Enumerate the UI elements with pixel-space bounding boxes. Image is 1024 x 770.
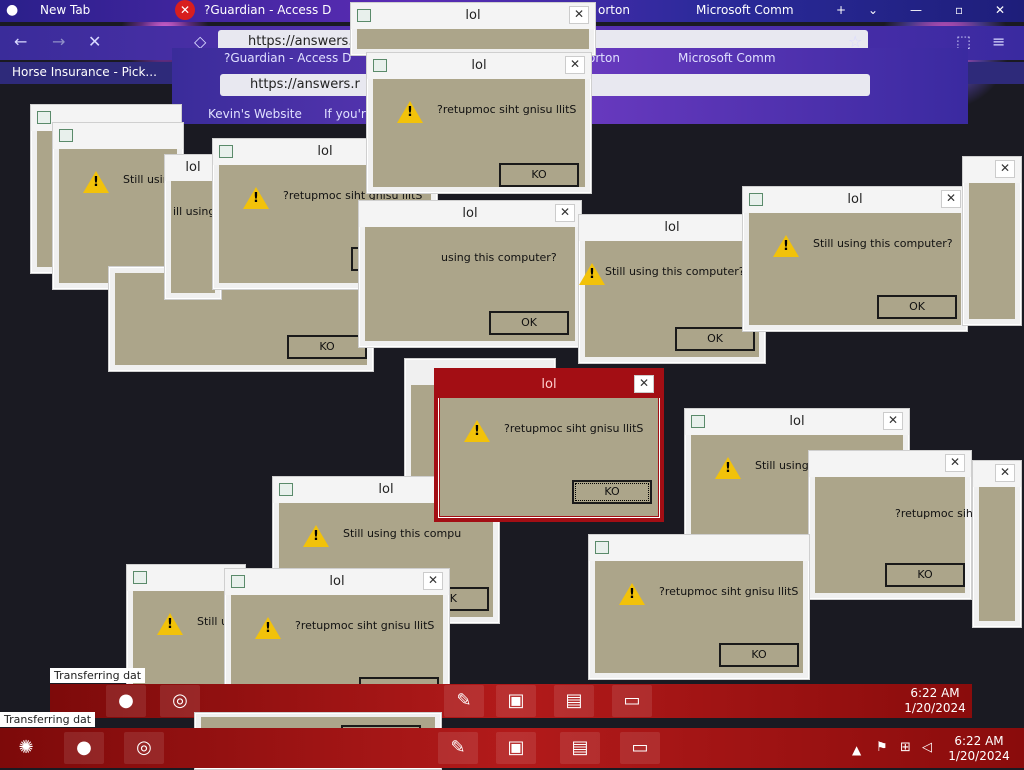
close-icon[interactable]: ✕	[569, 6, 589, 24]
url-text: https://answers.r	[248, 34, 358, 49]
alert-dialog: ?retupmoc siht gnisu llitSKO	[588, 534, 810, 680]
app-icon	[59, 129, 73, 142]
error-icon: ✕	[175, 0, 199, 22]
close-icon[interactable]: ✕	[423, 572, 443, 590]
app-icon	[133, 571, 147, 584]
alert-dialog: lol ✕ using this computer? OK	[358, 200, 582, 348]
volume-icon[interactable]: ◁	[922, 738, 932, 758]
menu-icon[interactable]: ≡	[992, 32, 1005, 52]
ok-button[interactable]: KO	[719, 643, 799, 667]
close-icon[interactable]: ✕	[945, 454, 965, 472]
paint-icon[interactable]: ✎	[444, 685, 484, 717]
warning-icon	[464, 420, 490, 442]
tab-norton-echo: orton	[588, 51, 620, 65]
forward-arrow-icon[interactable]: →	[52, 32, 65, 52]
warning-icon	[579, 263, 605, 285]
tab-norton[interactable]: orton	[598, 0, 658, 22]
close-icon[interactable]: ✕	[565, 56, 585, 74]
dialog-title: lol	[541, 377, 557, 392]
firefox-icon[interactable]: ●	[106, 685, 146, 717]
alert-dialog: lol ✕	[350, 2, 596, 56]
taskbar: ✺ ● ◎ ✎ ▣ ▤ ▭ ▲ ⚑ ⊞ ◁ 6:22 AM 1/20/2024	[0, 728, 1024, 768]
firefox-icon: ●	[6, 2, 19, 18]
transfer-status: Transferring dat	[0, 712, 96, 727]
warning-icon	[619, 583, 645, 605]
alert-dialog: lol Still using this computer?OK	[578, 214, 766, 364]
tab-guardian[interactable]: ?Guardian - Access D	[204, 0, 354, 22]
warning-icon	[303, 525, 329, 547]
close-icon[interactable]: ✕	[883, 412, 903, 430]
taskbar-clock-echo: 6:22 AM 1/20/2024	[904, 686, 966, 715]
paint-icon[interactable]: ✎	[438, 732, 478, 764]
alert-dialog: ✕	[972, 460, 1022, 628]
tab-list-chevron-icon[interactable]: ⌄	[868, 0, 884, 22]
close-icon[interactable]: ✕	[995, 160, 1015, 178]
flag-icon[interactable]: ⚑	[876, 738, 888, 758]
app-icon	[595, 541, 609, 554]
restore-icon[interactable]: ▫	[955, 0, 975, 22]
ok-button[interactable]: OK	[877, 295, 957, 319]
ok-button[interactable]: KO	[287, 335, 367, 359]
computer-icon[interactable]: ▣	[496, 732, 536, 764]
ok-button[interactable]: KO	[885, 563, 965, 587]
tab-new-tab[interactable]: New Tab	[40, 0, 140, 22]
alert-dialog: ✕ ?retupmoc siht gnisu KO	[808, 450, 1010, 600]
back-arrow-icon[interactable]: ←	[14, 32, 27, 52]
network-icon[interactable]: ⊞	[900, 738, 911, 758]
bookmark-kevins-website: Kevin's Website	[208, 107, 302, 121]
warning-icon	[773, 235, 799, 257]
firefox-icon[interactable]: ●	[64, 732, 104, 764]
close-icon[interactable]: ✕	[555, 204, 575, 222]
alert-dialog: lol✕ ?retupmoc siht gnisu llitSKO	[366, 52, 592, 194]
alert-dialog: lol✕ Still using this computer?OK	[742, 186, 968, 332]
start-ornament-icon[interactable]: ✺	[6, 732, 46, 764]
transfer-status-echo: Transferring dat	[50, 668, 146, 683]
ok-button[interactable]: KO	[499, 163, 579, 187]
warning-icon	[83, 171, 109, 193]
close-window-icon[interactable]: ✕	[995, 0, 1015, 22]
tab-microsoft-community[interactable]: Microsoft Comm	[696, 0, 816, 22]
close-icon[interactable]: ✕	[634, 375, 654, 393]
tray-chevron-icon[interactable]: ▲	[852, 740, 861, 760]
ok-button[interactable]: KO	[572, 480, 652, 504]
document-icon[interactable]: ▤	[554, 685, 594, 717]
warning-icon	[157, 613, 183, 635]
alert-dialog: ✕	[962, 156, 1022, 326]
stop-loading-icon[interactable]: ✕	[88, 32, 101, 52]
warning-icon	[397, 101, 423, 123]
close-icon[interactable]: ✕	[995, 464, 1015, 482]
ok-button[interactable]: OK	[489, 311, 569, 335]
monitor-icon[interactable]: ▭	[620, 732, 660, 764]
bookmark-horse-insurance[interactable]: Horse Insurance - Pick...	[12, 62, 172, 84]
computer-icon[interactable]: ▣	[496, 685, 536, 717]
taskbar-echo: ● ◎ ✎ ▣ ▤ ▭ 6:22 AM 1/20/2024	[50, 684, 972, 718]
alert-dialog-active: lol✕ ?retupmoc siht gnisu llitSKO	[434, 368, 664, 522]
taskbar-clock[interactable]: 6:22 AM 1/20/2024	[944, 734, 1014, 764]
warning-icon	[715, 457, 741, 479]
warning-icon	[243, 187, 269, 209]
minimize-icon[interactable]: —	[910, 0, 930, 22]
document-icon[interactable]: ▤	[560, 732, 600, 764]
chrome-icon[interactable]: ◎	[124, 732, 164, 764]
tab-microsoft-echo: Microsoft Comm	[678, 51, 776, 65]
close-icon[interactable]: ✕	[941, 190, 961, 208]
monitor-icon[interactable]: ▭	[612, 685, 652, 717]
warning-icon	[255, 617, 281, 639]
new-tab-plus-icon[interactable]: +	[836, 0, 852, 22]
app-icon	[37, 111, 51, 124]
